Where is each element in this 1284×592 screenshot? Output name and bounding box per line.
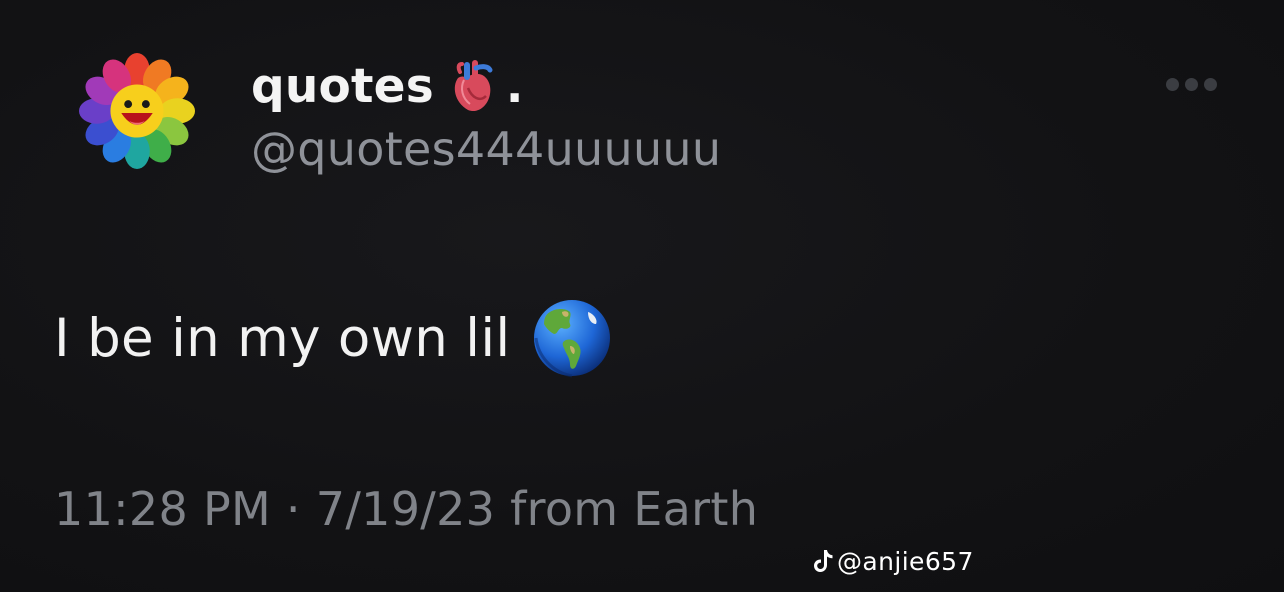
tweet-card: quotes . @quotes444uuuuuu I be in my own…: [0, 0, 1284, 592]
anatomical-heart-icon: [454, 60, 493, 112]
tweet-body: I be in my own lil: [54, 307, 511, 369]
more-dot: [1204, 78, 1217, 91]
rainbow-flower-avatar-icon: [78, 52, 196, 170]
more-options-icon[interactable]: [1166, 78, 1217, 91]
tweet-timestamp[interactable]: 11:28 PM · 7/19/23 from Earth: [54, 486, 758, 532]
watermark-text: @anjie657: [837, 546, 974, 576]
author-handle[interactable]: @quotes444uuuuuu: [251, 126, 721, 172]
display-name[interactable]: quotes: [251, 63, 434, 110]
tiktok-icon: [814, 550, 833, 572]
display-name-suffix: .: [505, 59, 524, 113]
tiktok-watermark: @anjie657: [812, 548, 974, 574]
avatar[interactable]: [78, 52, 196, 170]
tweet-text: I be in my own lil: [54, 298, 612, 378]
more-dot: [1166, 78, 1179, 91]
author-name-row: quotes .: [251, 56, 523, 116]
more-dot: [1185, 78, 1198, 91]
globe-americas-icon: [534, 300, 611, 378]
